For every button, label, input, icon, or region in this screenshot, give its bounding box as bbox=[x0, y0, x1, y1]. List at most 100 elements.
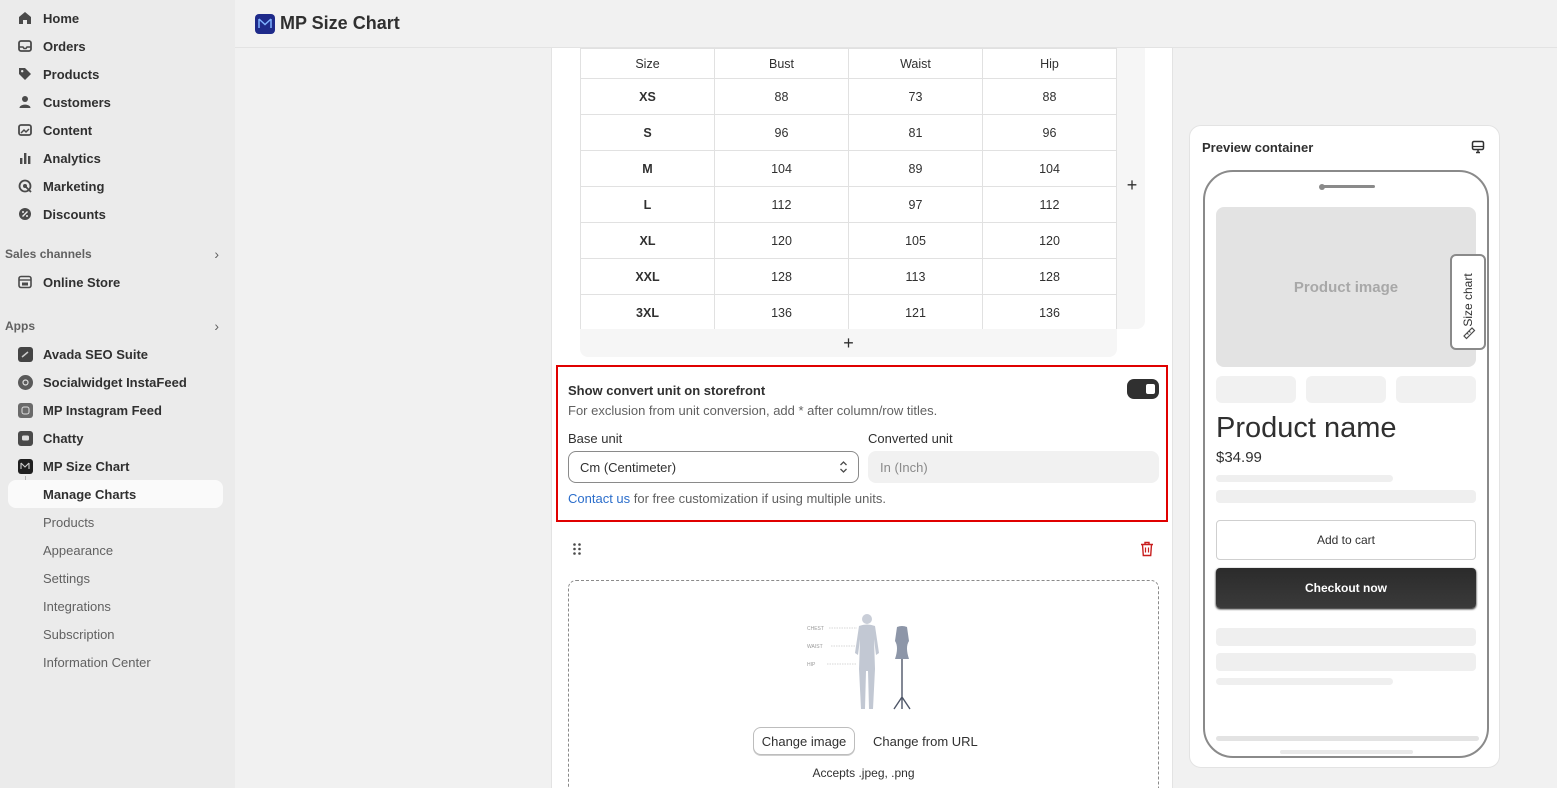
size-cell[interactable]: XS bbox=[580, 78, 715, 115]
chevron-right-icon: › bbox=[214, 318, 219, 334]
sidebar-subitem-products[interactable]: Products bbox=[8, 508, 223, 536]
measurement-cell[interactable]: 136 bbox=[714, 294, 849, 331]
table-header-cell[interactable]: Waist bbox=[848, 48, 983, 79]
sidebar-item-chatty[interactable]: Chatty bbox=[8, 424, 223, 452]
size-cell[interactable]: S bbox=[580, 114, 715, 151]
change-image-button[interactable]: Change image bbox=[753, 727, 855, 755]
sales-channels-header[interactable]: Sales channels › bbox=[5, 244, 223, 264]
measurement-cell[interactable]: 73 bbox=[848, 78, 983, 115]
add-column-button[interactable]: + bbox=[1122, 175, 1142, 195]
measurement-cell[interactable]: 121 bbox=[848, 294, 983, 331]
figure-label-chest: CHEST bbox=[807, 626, 824, 632]
measurement-cell[interactable]: 96 bbox=[982, 114, 1117, 151]
measurement-cell[interactable]: 112 bbox=[982, 186, 1117, 223]
add-to-cart-button[interactable]: Add to cart bbox=[1216, 520, 1476, 560]
sidebar-item-label: Avada SEO Suite bbox=[43, 346, 148, 362]
phone-mockup: Product image Size chart Product name $3… bbox=[1203, 170, 1489, 758]
measurement-cell[interactable]: 112 bbox=[714, 186, 849, 223]
convert-unit-subtitle: For exclusion from unit conversion, add … bbox=[568, 403, 938, 418]
section-label: Apps bbox=[5, 319, 35, 333]
measurement-cell[interactable]: 136 bbox=[982, 294, 1117, 331]
sidebar-subitem-appearance[interactable]: Appearance bbox=[8, 536, 223, 564]
measurement-cell[interactable]: 104 bbox=[982, 150, 1117, 187]
sidebar-item-online-store[interactable]: Online Store bbox=[8, 268, 223, 296]
sidebar-item-mp-instagram[interactable]: MP Instagram Feed bbox=[8, 396, 223, 424]
sidebar-item-products[interactable]: Products bbox=[8, 60, 223, 88]
contact-us-link[interactable]: Contact us bbox=[568, 491, 630, 506]
sidebar-item-label: Discounts bbox=[43, 206, 106, 222]
mp-instagram-app-icon bbox=[17, 402, 33, 418]
sidebar-item-avada-seo[interactable]: Avada SEO Suite bbox=[8, 340, 223, 368]
table-header-cell[interactable]: Size bbox=[580, 48, 715, 79]
sidebar-item-label: Orders bbox=[43, 38, 86, 54]
sidebar-item-label: Appearance bbox=[43, 542, 114, 558]
measurement-figure-image: CHEST WAIST HIP bbox=[807, 614, 911, 710]
sidebar-item-content[interactable]: Content bbox=[8, 116, 223, 144]
converted-unit-value: In (Inch) bbox=[880, 459, 928, 475]
sidebar-item-label: Integrations bbox=[43, 598, 111, 614]
desktop-view-icon[interactable] bbox=[1471, 140, 1485, 154]
sidebar-item-label: Socialwidget InstaFeed bbox=[43, 374, 187, 390]
measurement-cell[interactable]: 120 bbox=[714, 222, 849, 259]
measurement-cell[interactable]: 88 bbox=[714, 78, 849, 115]
size-cell[interactable]: M bbox=[580, 150, 715, 187]
thumbnail-placeholder bbox=[1396, 376, 1476, 403]
base-unit-value: Cm (Centimeter) bbox=[580, 459, 677, 475]
convert-unit-toggle[interactable] bbox=[1127, 379, 1159, 399]
sidebar-item-label: Content bbox=[43, 122, 93, 138]
table-row: M 104 89 104 bbox=[580, 150, 1117, 187]
sidebar-item-discounts[interactable]: Discounts bbox=[8, 200, 223, 228]
size-cell[interactable]: 3XL bbox=[580, 294, 715, 331]
sidebar-item-label: Online Store bbox=[43, 274, 121, 290]
sidebar-item-label: Products bbox=[43, 514, 95, 530]
measurement-cell[interactable]: 89 bbox=[848, 150, 983, 187]
thumbnail-placeholder bbox=[1306, 376, 1386, 403]
size-cell[interactable]: L bbox=[580, 186, 715, 223]
image-upload-dropzone[interactable]: CHEST WAIST HIP Change image Change from… bbox=[568, 580, 1159, 788]
delete-icon[interactable] bbox=[1140, 541, 1154, 557]
measurement-cell[interactable]: 88 bbox=[982, 78, 1117, 115]
measurement-cell[interactable]: 128 bbox=[714, 258, 849, 295]
sidebar-item-customers[interactable]: Customers bbox=[8, 88, 223, 116]
sidebar-subitem-settings[interactable]: Settings bbox=[8, 564, 223, 592]
measurement-cell[interactable]: 120 bbox=[982, 222, 1117, 259]
section-label: Sales channels bbox=[5, 247, 92, 261]
measurement-cell[interactable]: 128 bbox=[982, 258, 1117, 295]
sidebar-item-analytics[interactable]: Analytics bbox=[8, 144, 223, 172]
sidebar-item-label: MP Size Chart bbox=[43, 458, 130, 474]
sidebar-subitem-information-center[interactable]: Information Center bbox=[8, 648, 223, 676]
measurement-cell[interactable]: 97 bbox=[848, 186, 983, 223]
chevron-right-icon: › bbox=[214, 246, 219, 262]
convert-unit-title: Show convert unit on storefront bbox=[568, 383, 766, 398]
product-price: $34.99 bbox=[1216, 449, 1262, 466]
sidebar-item-orders[interactable]: Orders bbox=[8, 32, 223, 60]
table-row: S 96 81 96 bbox=[580, 114, 1117, 151]
add-row-button[interactable]: + bbox=[580, 329, 1117, 357]
measurement-cell[interactable]: 105 bbox=[848, 222, 983, 259]
base-unit-select[interactable]: Cm (Centimeter) bbox=[568, 451, 859, 483]
table-header-cell[interactable]: Hip bbox=[982, 48, 1117, 79]
tag-icon bbox=[17, 66, 33, 82]
measurement-cell[interactable]: 104 bbox=[714, 150, 849, 187]
sidebar-subitem-integrations[interactable]: Integrations bbox=[8, 592, 223, 620]
size-cell[interactable]: XXL bbox=[580, 258, 715, 295]
sidebar-item-mp-size-chart[interactable]: MP Size Chart bbox=[8, 452, 223, 480]
size-chart-tab[interactable]: Size chart bbox=[1450, 254, 1486, 350]
sidebar-item-home[interactable]: Home bbox=[8, 4, 223, 32]
size-cell[interactable]: XL bbox=[580, 222, 715, 259]
sidebar-item-socialwidget[interactable]: Socialwidget InstaFeed bbox=[8, 368, 223, 396]
measurement-cell[interactable]: 96 bbox=[714, 114, 849, 151]
sidebar-subitem-subscription[interactable]: Subscription bbox=[8, 620, 223, 648]
drag-handle-icon[interactable] bbox=[572, 542, 582, 556]
measurement-cell[interactable]: 81 bbox=[848, 114, 983, 151]
sidebar-subitem-manage-charts[interactable]: Manage Charts bbox=[8, 480, 223, 508]
table-header-cell[interactable]: Bust bbox=[714, 48, 849, 79]
measurement-cell[interactable]: 113 bbox=[848, 258, 983, 295]
apps-header[interactable]: Apps › bbox=[5, 316, 223, 336]
convert-unit-footnote: Contact us for free customization if usi… bbox=[568, 491, 886, 506]
sidebar-item-label: Customers bbox=[43, 94, 111, 110]
change-from-url-button[interactable]: Change from URL bbox=[865, 727, 978, 755]
sidebar-item-marketing[interactable]: Marketing bbox=[8, 172, 223, 200]
target-icon bbox=[17, 178, 33, 194]
checkout-now-button[interactable]: Checkout now bbox=[1216, 568, 1476, 608]
